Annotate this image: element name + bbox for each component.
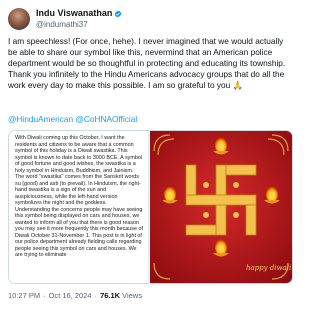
tweet-time[interactable]: 10:27 PM — [8, 291, 40, 300]
praying-hands-icon: 🙏 — [232, 80, 243, 90]
tweet-date[interactable]: Oct 16, 2024 — [49, 291, 92, 300]
tweet-body: I am speechless! (For once, hehe). I nev… — [8, 36, 286, 90]
tweet-text: I am speechless! (For once, hehe). I nev… — [8, 36, 294, 91]
document-text: With Diwali coming up this October, I wa… — [15, 135, 143, 258]
verified-badge-icon — [115, 10, 122, 17]
diwali-poster-art — [150, 131, 292, 283]
media-diwali-poster[interactable]: happy diwali — [150, 131, 292, 283]
mention-cohnaofficial[interactable]: @CoHNAOfficial — [75, 114, 137, 124]
mentions-line: @HinduAmerican @CoHNAOfficial — [8, 114, 137, 125]
poster-caption: happy diwali — [246, 264, 292, 272]
author-display-name[interactable]: Indu Viswanathan — [36, 8, 112, 19]
views-count[interactable]: 76.1K — [100, 291, 120, 300]
media-grid: With Diwali coming up this October, I wa… — [8, 130, 293, 284]
name-row: Indu Viswanathan — [36, 8, 122, 19]
meta-separator-2: · — [94, 291, 98, 300]
tweet-header: Indu Viswanathan @indumathi37 — [8, 6, 122, 32]
author-handle[interactable]: @indumathi37 — [36, 19, 122, 30]
mention-hinduamerican[interactable]: @HinduAmerican — [8, 114, 73, 124]
avatar[interactable] — [8, 8, 30, 30]
meta-separator: · — [43, 291, 46, 300]
media-document-image[interactable]: With Diwali coming up this October, I wa… — [9, 131, 149, 283]
author-names: Indu Viswanathan @indumathi37 — [36, 8, 122, 30]
views-label: Views — [122, 291, 142, 300]
tweet-card: Indu Viswanathan @indumathi37 I am speec… — [0, 0, 300, 311]
tweet-meta: 10:27 PM · Oct 16, 2024 · 76.1K Views — [8, 291, 142, 300]
